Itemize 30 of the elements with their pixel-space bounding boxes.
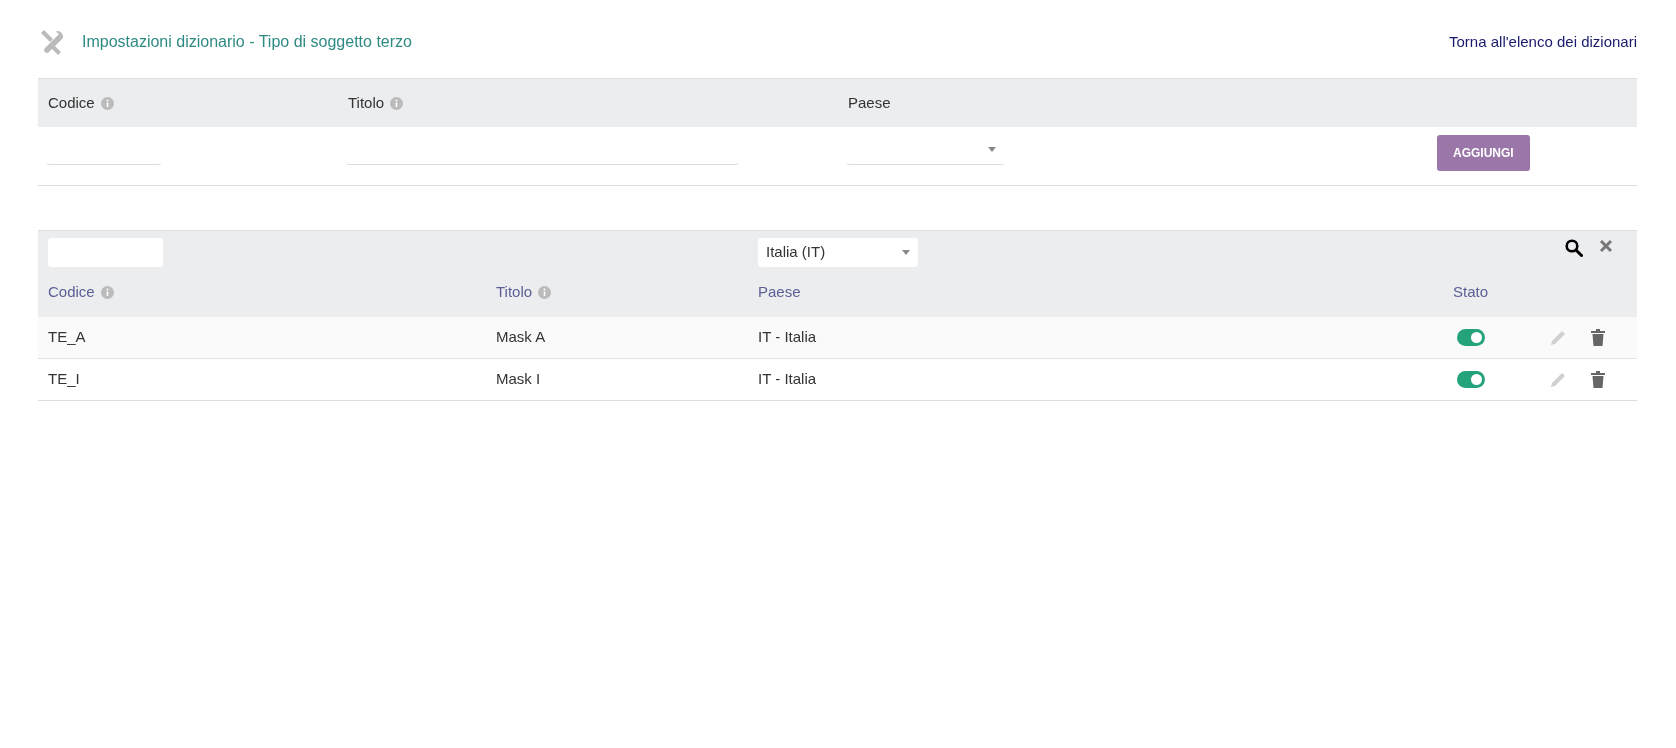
table-cell-text: Mask A <box>496 327 546 348</box>
toggle-switch[interactable] <box>1457 329 1485 346</box>
search-icon[interactable] <box>1565 239 1583 257</box>
trash-icon[interactable] <box>1591 371 1605 388</box>
country-filter-select[interactable]: Italia (IT) <box>758 238 918 267</box>
info-icon <box>390 96 404 110</box>
toggle-switch[interactable] <box>1457 371 1485 388</box>
page-title: Impostazioni dizionario - Tipo di soggetto terzo <box>82 32 412 52</box>
close-icon[interactable] <box>1599 239 1613 253</box>
back-link[interactable]: Torna all'elenco dei dizionari <box>1449 30 1637 54</box>
column-header: Titolo <box>496 281 533 302</box>
column-label: Paese <box>848 92 891 113</box>
column-header: Stato <box>1453 281 1489 302</box>
column-header: Codice <box>48 281 95 302</box>
info-icon <box>538 285 552 299</box>
trash-icon[interactable] <box>1591 329 1605 346</box>
table-cell-text: TE_I <box>48 369 80 390</box>
column-header: Paese <box>758 281 801 302</box>
add-button[interactable]: AGGIUNGI <box>1437 135 1530 171</box>
info-icon <box>100 96 114 110</box>
table-cell-text: Mask I <box>496 369 541 390</box>
table-cell-text: IT - Italia <box>758 327 817 348</box>
caret-icon <box>988 147 996 152</box>
caret-icon <box>902 250 910 255</box>
select-value: Italia (IT) <box>766 242 826 263</box>
column-label: Titolo <box>348 92 385 113</box>
table-cell-text: IT - Italia <box>758 369 817 390</box>
table-cell-text: TE_A <box>48 327 86 348</box>
info-icon <box>100 285 114 299</box>
column-label: Codice <box>48 92 95 113</box>
